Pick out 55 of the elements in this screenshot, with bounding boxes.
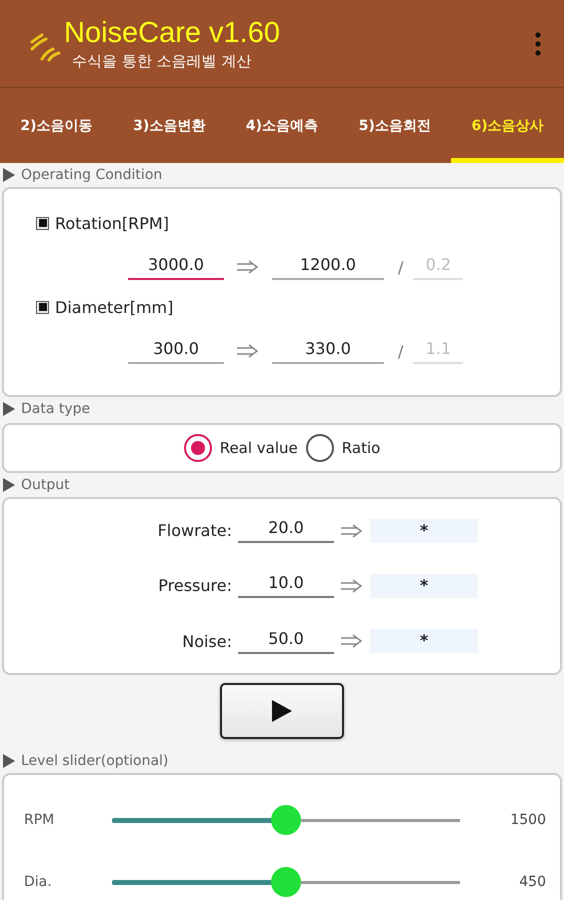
slider[interactable] [112,805,460,835]
slider-label: Dia. [24,874,53,890]
square-icon [36,216,49,230]
play-button[interactable] [220,683,344,739]
slider-label: RPM [24,812,56,828]
double-arrow-icon [236,260,260,274]
triangle-icon [3,478,15,492]
slash: / [398,258,404,276]
app-title: NoiseCare v1.60 [64,16,281,50]
radio-button[interactable] [306,434,334,462]
tab[interactable]: 2)소음이동 [0,88,113,163]
input-field[interactable]: 1200.0 [272,254,384,280]
section-heading: Data type [21,401,90,417]
input-field[interactable]: 50.0 [238,628,334,654]
menu-icon[interactable] [534,30,542,56]
radio-label[interactable]: Real value [220,439,298,457]
signal-waves-icon [28,32,62,62]
square-icon [36,300,49,314]
double-arrow-icon [236,344,260,358]
output-label: Pressure: [157,576,232,596]
result-field: * [370,574,478,598]
triangle-icon [3,754,15,768]
ratio-field: 1.1 [413,338,464,364]
double-arrow-icon [340,578,364,593]
app-subtitle: 수식을 통한 소음레벨 계산 [72,52,252,71]
triangle-icon [3,168,15,182]
output-label: Noise: [181,632,232,651]
output-label: Flowrate: [156,521,232,540]
triangle-icon [3,402,15,416]
input-field[interactable]: 330.0 [272,338,384,364]
tab[interactable]: 3)소음변환 [112,88,226,163]
parameter-label: Diameter[mm] [55,298,174,316]
play-icon [272,700,292,722]
double-arrow-icon [340,634,364,648]
slider-reading: 1500 [509,812,546,828]
input-field[interactable]: 10.0 [238,573,334,598]
radio-button[interactable] [184,434,212,462]
input-field[interactable]: 3000.0 [128,254,224,280]
input-field[interactable]: 20.0 [238,518,334,544]
ratio-field: 0.2 [413,254,464,280]
result-field: * [370,518,478,543]
tab[interactable]: 4)소음예측 [226,88,338,163]
result-field: * [370,629,478,654]
section-heading: Level slider(optional) [21,753,168,769]
slash: / [398,342,404,360]
double-arrow-icon [340,524,364,538]
parameter-label: Rotation[RPM] [55,214,169,232]
radio-label[interactable]: Ratio [342,439,380,457]
input-field[interactable]: 300.0 [128,338,224,364]
slider[interactable] [112,867,460,897]
section-heading: Operating Condition [21,167,162,183]
tab[interactable]: 6)소음상사 [451,88,564,163]
slider-reading: 450 [518,874,546,890]
tab[interactable]: 5)소음회전 [338,88,452,163]
section-heading: Output [21,477,70,493]
